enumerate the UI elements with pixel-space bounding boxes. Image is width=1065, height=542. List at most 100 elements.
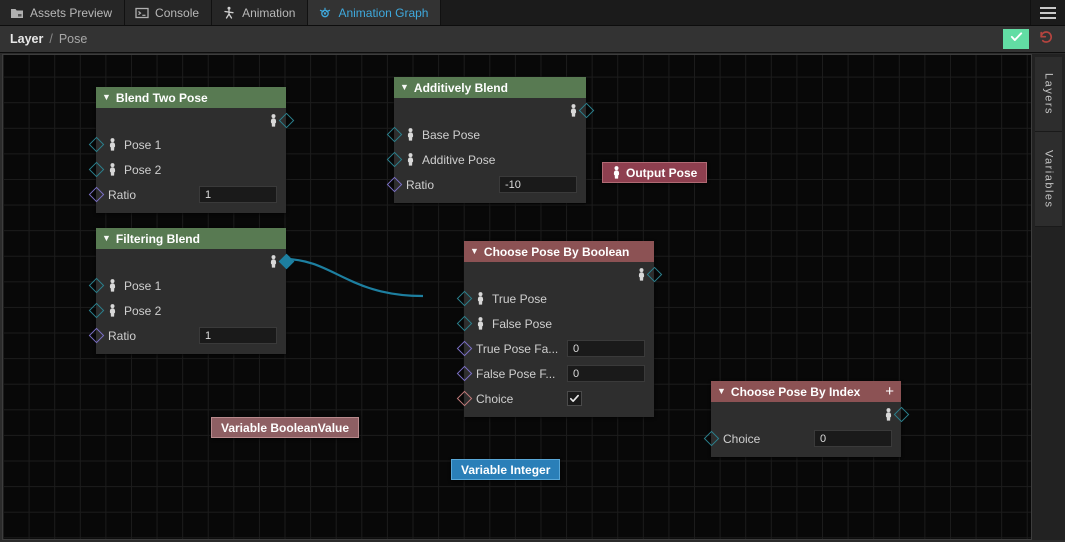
pose-icon [612, 166, 621, 179]
node-row: False Pose F... 0 [456, 361, 654, 386]
row-label: True Pose [492, 291, 547, 306]
port-choice[interactable] [456, 390, 472, 407]
side-tab-layers[interactable]: Layers [1035, 57, 1062, 132]
node-choose-pose-by-boolean[interactable]: ▼ Choose Pose By Boolean True Pose False… [456, 241, 662, 417]
port-pose-2[interactable] [88, 302, 104, 319]
tab-assets-preview[interactable]: Assets Preview [0, 0, 126, 25]
node-choose-pose-by-index[interactable]: ▼ Choose Pose By Index + Choice 0 [703, 381, 909, 457]
chevron-down-icon[interactable]: ▼ [102, 93, 111, 102]
breadcrumb: Layer / Pose [0, 32, 87, 46]
port-base-pose[interactable] [386, 126, 402, 143]
chevron-down-icon[interactable]: ▼ [470, 247, 479, 256]
revert-button[interactable] [1035, 29, 1057, 49]
port-ratio[interactable] [88, 186, 104, 203]
port-pose-2[interactable] [88, 161, 104, 178]
pose-icon [108, 138, 117, 151]
pose-icon [269, 113, 278, 127]
apply-button[interactable] [1003, 29, 1029, 49]
port-output-pose[interactable] [278, 253, 294, 270]
chevron-down-icon[interactable]: ▼ [400, 83, 409, 92]
node-header[interactable]: ▼ Choose Pose By Boolean [464, 241, 654, 262]
animation-icon [222, 6, 236, 20]
node-title: Choose Pose By Index [730, 384, 861, 399]
port-choice[interactable] [703, 430, 719, 447]
row-label: Ratio [406, 177, 435, 192]
graph-toolbar [1003, 29, 1065, 49]
tab-label: Animation [242, 5, 296, 20]
pose-icon [108, 163, 117, 176]
node-header[interactable]: ▼ Choose Pose By Index + [711, 381, 901, 402]
tab-animation-graph[interactable]: Animation Graph [308, 0, 442, 25]
pose-icon [884, 407, 893, 421]
row-label: Pose 1 [124, 278, 162, 293]
folder-icon [10, 6, 24, 20]
choice-checkbox[interactable] [567, 391, 582, 406]
port-true-pose[interactable] [456, 290, 472, 307]
side-tab-variables[interactable]: Variables [1035, 132, 1062, 227]
node-header[interactable]: ▼ Additively Blend [394, 77, 586, 98]
checkmark-icon [570, 394, 579, 402]
checkmark-icon [1009, 29, 1024, 49]
port-output-integer[interactable] [552, 463, 568, 479]
node-row: Choice [456, 386, 654, 411]
node-output-row [711, 402, 909, 426]
ratio-input[interactable]: 1 [199, 327, 277, 344]
node-row: True Pose [456, 286, 654, 311]
chevron-down-icon[interactable]: ▼ [102, 234, 111, 243]
ratio-input[interactable]: 1 [199, 186, 277, 203]
node-body: True Pose False Pose True Pose Fa... 0 F… [456, 262, 662, 417]
port-pose-1[interactable] [88, 136, 104, 153]
undo-icon [1038, 29, 1054, 50]
node-variable-integer[interactable]: Variable Integer [451, 459, 561, 480]
row-label: Pose 2 [124, 303, 162, 318]
node-additively-blend[interactable]: ▼ Additively Blend Base Pose Additive Po… [386, 77, 594, 203]
node-row: Base Pose [386, 122, 586, 147]
node-variable-boolean[interactable]: Variable BooleanValue [211, 417, 360, 438]
row-label: Ratio [108, 187, 137, 202]
port-output-boolean[interactable] [351, 421, 367, 437]
port-false-pose[interactable] [456, 315, 472, 332]
node-header[interactable]: ▼ Blend Two Pose [96, 87, 286, 108]
port-true-pose-fade[interactable] [456, 340, 472, 357]
breadcrumb-leaf[interactable]: Pose [59, 32, 88, 46]
ratio-input[interactable]: -10 [499, 176, 577, 193]
tab-animation[interactable]: Animation [212, 0, 309, 25]
port-ratio[interactable] [88, 327, 104, 344]
row-label: Choice [723, 431, 761, 446]
animation-graph-icon [318, 6, 332, 20]
node-blend-two-pose[interactable]: ▼ Blend Two Pose Pose 1 Pose 2 Ratio 1 [88, 87, 294, 213]
port-additive-pose[interactable] [386, 151, 402, 168]
pose-icon [476, 292, 485, 305]
node-title: Filtering Blend [115, 231, 200, 246]
port-output-pose[interactable] [646, 266, 662, 283]
port-output-pose[interactable] [578, 102, 594, 119]
false-pose-fade-input[interactable]: 0 [567, 365, 645, 382]
node-body: Pose 1 Pose 2 Ratio 1 [88, 108, 294, 213]
node-output-pose[interactable]: Output Pose [602, 162, 708, 183]
node-title: Variable Integer [461, 462, 551, 477]
node-header[interactable]: ▼ Filtering Blend [96, 228, 286, 249]
chevron-down-icon[interactable]: ▼ [717, 387, 726, 396]
node-filtering-blend[interactable]: ▼ Filtering Blend Pose 1 Pose 2 Ratio 1 [88, 228, 294, 354]
port-input-pose[interactable] [595, 166, 611, 182]
row-label: Base Pose [422, 127, 481, 142]
pose-icon [108, 304, 117, 317]
node-output-row [464, 262, 662, 286]
animation-graph-canvas[interactable]: ▼ Blend Two Pose Pose 1 Pose 2 Ratio 1 ▼… [2, 54, 1032, 540]
add-pose-button[interactable]: + [885, 384, 894, 399]
row-label: Ratio [108, 328, 137, 343]
choice-input[interactable]: 0 [814, 430, 892, 447]
tab-console[interactable]: Console [125, 0, 213, 25]
hamburger-icon[interactable] [1031, 0, 1065, 25]
true-pose-fade-input[interactable]: 0 [567, 340, 645, 357]
breadcrumb-root[interactable]: Layer [10, 32, 43, 46]
port-pose-1[interactable] [88, 277, 104, 294]
node-output-row [394, 98, 594, 122]
port-output-pose[interactable] [893, 406, 909, 423]
port-ratio[interactable] [386, 176, 402, 193]
port-false-pose-fade[interactable] [456, 365, 472, 382]
node-row: Ratio 1 [88, 182, 286, 207]
row-label: True Pose Fa... [476, 341, 559, 356]
row-label: Choice [476, 391, 514, 406]
port-output-pose[interactable] [278, 112, 294, 129]
